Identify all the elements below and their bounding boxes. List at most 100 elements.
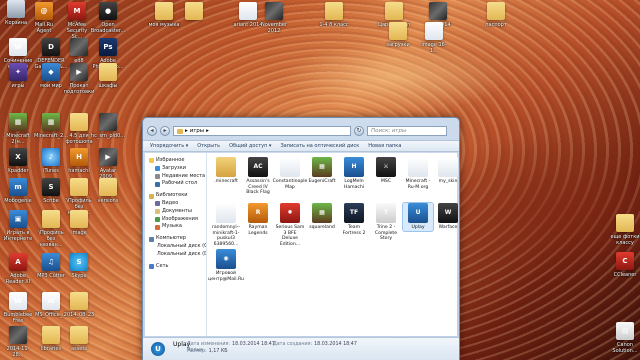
- file-item[interactable]: T Trine 2 - Complete Story: [371, 203, 401, 242]
- icon-open-broadcaster[interactable]: ● Open Broadcaster...: [91, 2, 125, 34]
- nav-item[interactable]: Документы: [145, 208, 206, 216]
- address-bar[interactable]: ▸ игры ▸: [173, 126, 351, 136]
- icon-prokat[interactable]: ▶ Прокат подготовки: [63, 63, 95, 95]
- file-item[interactable]: my_skin: [433, 157, 463, 185]
- folder-icon: [385, 2, 403, 20]
- icon-ccleaner[interactable]: C CCleaner: [609, 252, 640, 278]
- file-item[interactable]: R Rayman Legends: [243, 203, 273, 236]
- icon-assets[interactable]: assets: [63, 326, 95, 352]
- skype-icon: S: [70, 253, 88, 271]
- search-input[interactable]: Поиск: игры: [367, 126, 447, 136]
- icon-class[interactable]: 1-4 8 класс: [318, 2, 350, 28]
- nav-item[interactable]: Компьютер: [145, 235, 206, 243]
- open-button[interactable]: Открыть: [197, 143, 220, 149]
- nav-item-label: Локальный диск (D: [157, 250, 206, 257]
- address-segment[interactable]: игры: [190, 127, 204, 135]
- nav-item[interactable]: Изображения: [145, 216, 206, 224]
- icon-fon[interactable]: 4.5 для фотошопа: [63, 113, 95, 145]
- file-item[interactable]: randomnyi--minikraft-1-puskul3 6389560..…: [211, 203, 241, 247]
- share-button[interactable]: Общий доступ ▾: [229, 143, 271, 149]
- size-label: Размер:: [187, 349, 207, 354]
- file-item[interactable]: W Warface: [433, 203, 463, 231]
- icon-top-folder[interactable]: [178, 2, 210, 22]
- icon-ed8[interactable]: ed8: [63, 38, 95, 64]
- nav-item[interactable]: Загрузки: [145, 165, 206, 173]
- assassins-creed-icon: AC: [248, 157, 268, 177]
- folder-icon: [42, 210, 60, 228]
- explorer-window[interactable]: ◂ ▸ ▸ игры ▸ ↻ Поиск: игры Упорядочить ▾…: [142, 117, 460, 360]
- internet-games-icon: ▣: [9, 210, 27, 228]
- file-item[interactable]: ⚔ MSC: [371, 157, 401, 185]
- organize-button[interactable]: Упорядочить ▾: [150, 143, 188, 149]
- icon-pasport[interactable]: паспорт: [480, 2, 512, 28]
- document-icon: W: [9, 38, 27, 56]
- icon-versions[interactable]: versions: [92, 178, 124, 204]
- nav-item[interactable]: Локальный диск (D: [145, 251, 206, 259]
- nav-item[interactable]: Избранное: [145, 157, 206, 165]
- nav-item[interactable]: Недавние места: [145, 173, 206, 181]
- icon-xpadder[interactable]: X Xpadder: [2, 148, 34, 174]
- icon-zagruzki-top[interactable]: загрузки: [382, 22, 414, 48]
- file-item[interactable]: ✹ Serious Sam 3 BFE Deluxe Edition...: [275, 203, 305, 247]
- folder-icon: [216, 157, 236, 177]
- refresh-button[interactable]: ↻: [354, 126, 364, 136]
- new-folder-button[interactable]: Новая папка: [368, 143, 401, 149]
- file-item[interactable]: U Uplay: [402, 202, 434, 232]
- content-pane: Избранное Загрузки Недавние места Рабочий с…: [145, 153, 458, 336]
- icon-shkafy[interactable]: шкафы: [92, 63, 124, 89]
- nav-item-label: Музыка: [162, 223, 182, 230]
- icon-minecraft-1[interactable]: ▦ Minecraft 2(н...: [2, 113, 34, 145]
- rayman-icon: R: [248, 203, 268, 223]
- icon-hc-sm[interactable]: hc_sm_pid0...: [91, 113, 125, 139]
- desktop-icon-label: CCleaner: [613, 272, 637, 278]
- command-bar: Упорядочить ▾ Открыть Общий доступ ▾ Зап…: [143, 140, 459, 152]
- file-item[interactable]: Minecraft - Ru-M.org: [403, 157, 433, 190]
- nav-item[interactable]: Локальный диск (C: [145, 243, 206, 251]
- icon-mail-ru-agent[interactable]: @ Mail.Ru Agent: [28, 2, 60, 34]
- icon-adobe-reader[interactable]: A Adobe Reader XI: [2, 253, 34, 285]
- file-item[interactable]: ◉ Игровой центр@Mail.Ru: [208, 249, 244, 282]
- desktop-icon-label: 2014_08_23: [63, 312, 95, 318]
- icon-hamachi[interactable]: Hhamachi: [63, 148, 95, 174]
- folder-icon: [70, 292, 88, 310]
- file-item[interactable]: H LogMeIn Hamachi: [339, 157, 369, 190]
- icon-mobogenie[interactable]: m Mobogenie: [2, 178, 34, 204]
- nav-item-label: Изображения: [162, 215, 198, 222]
- back-button[interactable]: ◂: [147, 126, 157, 136]
- folder-icon: [389, 22, 407, 40]
- file-item[interactable]: .minecraft: [211, 157, 241, 185]
- icon-canon[interactable]: ▤ Canon Solution...: [609, 322, 640, 354]
- file-item-label: .minecraft: [214, 179, 238, 184]
- folder-icon: [70, 326, 88, 344]
- file-item[interactable]: ▦ EugeniCraft: [307, 157, 337, 185]
- document-icon: [280, 157, 300, 177]
- icon-image[interactable]: image: [63, 210, 95, 236]
- icon-mcafee[interactable]: M McAfee Security Sc...: [61, 2, 93, 40]
- document-icon: [216, 203, 236, 223]
- icon-skype[interactable]: S Skype: [63, 253, 95, 279]
- file-item[interactable]: Constantinople Map: [273, 157, 307, 190]
- icon-bumblebee[interactable]: W Bumblebee Free: [2, 292, 34, 324]
- folder-icon: [155, 2, 173, 20]
- burn-button[interactable]: Записать на оптический диск: [280, 143, 359, 149]
- file-item[interactable]: TF Team Fortress 2: [339, 203, 369, 236]
- icon-moya-muzyka[interactable]: моя музыка: [148, 2, 180, 28]
- icon-avatar[interactable]: ▶ Avatar 2009...: [92, 148, 124, 180]
- icon-igrat[interactable]: ▣ Играть в Интернете: [2, 210, 34, 242]
- icon-image-16[interactable]: image 16-1...: [418, 22, 450, 54]
- nav-item[interactable]: Рабочий стол: [145, 180, 206, 188]
- nav-item[interactable]: Видео: [145, 200, 206, 208]
- icon-2014-11[interactable]: 2014-11-28...: [2, 326, 34, 358]
- file-item[interactable]: ▦ squareland: [307, 203, 337, 231]
- forward-button[interactable]: ▸: [160, 126, 170, 136]
- file-item[interactable]: AC Assassin's Creed IV Black Flag: [243, 157, 273, 196]
- icon-recycle[interactable]: Корзина: [0, 0, 32, 26]
- nav-item[interactable]: Сеть: [145, 263, 206, 271]
- nav-item[interactable]: Библиотеки: [145, 192, 206, 200]
- nav-item[interactable]: Музыка: [145, 223, 206, 231]
- document-icon: W: [9, 292, 27, 310]
- icon-fotki[interactable]: еще фотки классу: [609, 214, 640, 246]
- icon-2014-08[interactable]: 2014_08_23: [63, 292, 95, 318]
- icon-november[interactable]: November 2012: [258, 2, 290, 34]
- icon-igry[interactable]: ✦ игры: [2, 63, 34, 89]
